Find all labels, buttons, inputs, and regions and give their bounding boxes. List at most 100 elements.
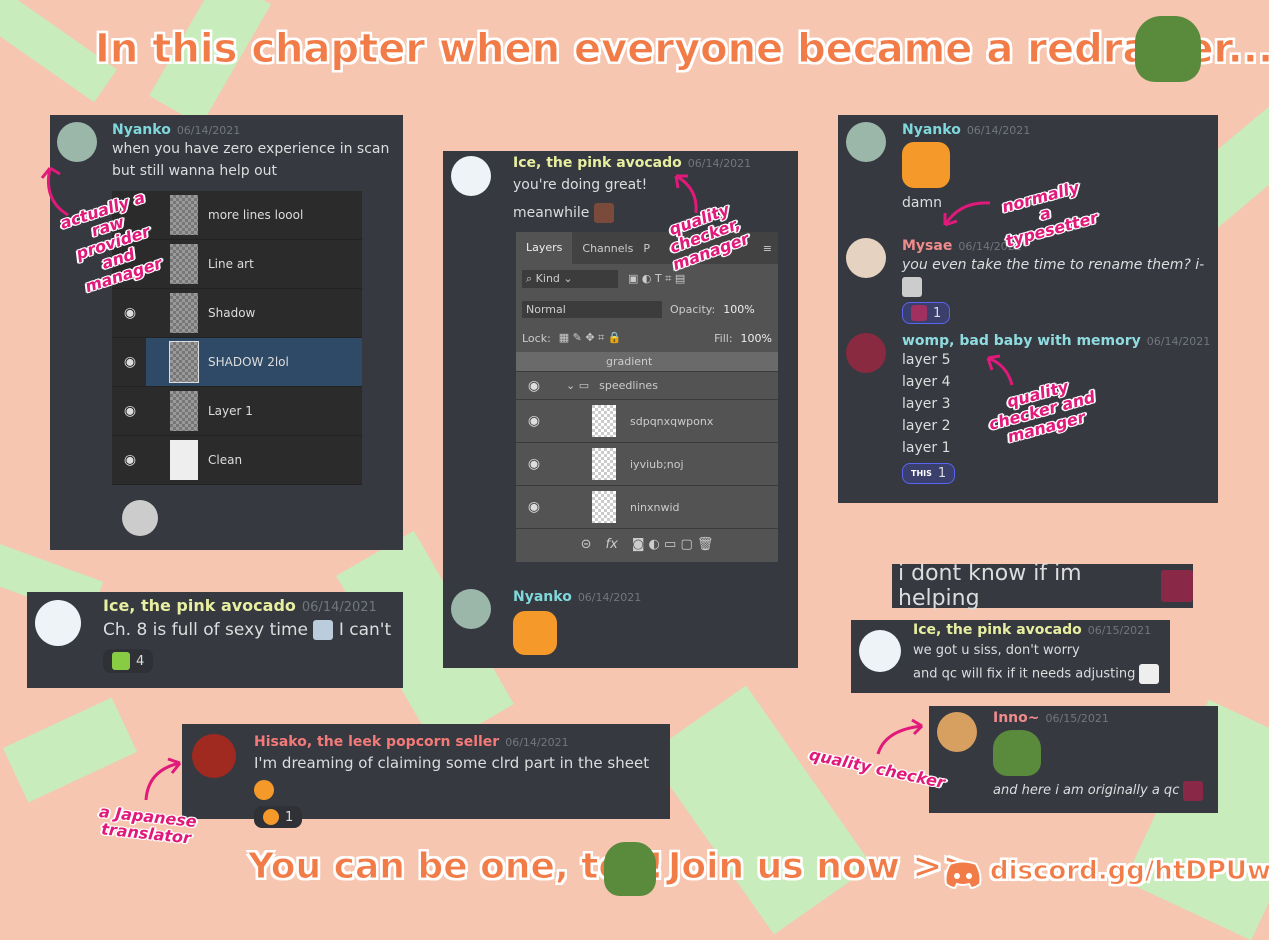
- message-text: I can't: [338, 620, 392, 640]
- arrow-icon: [876, 718, 924, 755]
- message-line: layer 5: [902, 352, 951, 368]
- arrow-icon: [943, 201, 991, 227]
- face-emoji-icon: [911, 305, 927, 321]
- message-line: layer 1: [902, 440, 951, 456]
- arrow-icon: [40, 166, 69, 217]
- author-name[interactable]: Nyanko: [902, 122, 961, 138]
- eye-icon[interactable]: ◉: [516, 456, 552, 472]
- layer-group-row[interactable]: ◉ ⌄ ▭ speedlines: [516, 372, 778, 400]
- author-name[interactable]: Inno~: [993, 710, 1040, 726]
- message-line: meanwhile: [513, 205, 590, 221]
- footer-cta: You can be one, too!: [247, 846, 665, 888]
- message-text: and here i am originally a qc: [993, 783, 1180, 798]
- arrow-icon: [144, 757, 182, 801]
- layer-row[interactable]: gradient: [516, 352, 778, 372]
- group-name: speedlines: [599, 379, 658, 392]
- bun-emoji-icon: [254, 779, 274, 800]
- chat-panel-right: Nyanko 06/14/2021 damn Mysae 06/14/2021 yo…: [838, 115, 1218, 503]
- folder-icon: ⌄ ▭: [566, 379, 590, 392]
- kind-filter-select[interactable]: ⌕ Kind ⌄: [522, 270, 618, 288]
- layer-name: Layer 1: [208, 404, 253, 418]
- message-text: I'm dreaming of claiming some clrd part …: [254, 754, 650, 772]
- timestamp: 06/14/2021: [577, 591, 642, 604]
- layer-row[interactable]: ◉ sdpqnxqwponx: [516, 400, 778, 443]
- face-emoji-icon: [593, 203, 614, 223]
- reaction-button[interactable]: 1: [902, 302, 951, 324]
- bun-emoji-icon: [263, 809, 279, 825]
- blend-mode-select[interactable]: Normal: [522, 300, 662, 318]
- eye-icon[interactable]: ◉: [112, 354, 148, 370]
- author-name[interactable]: Nyanko: [513, 589, 572, 605]
- timestamp: 06/15/2021: [1087, 624, 1152, 637]
- avatar: [451, 589, 491, 629]
- author-name[interactable]: Nyanko: [112, 122, 171, 138]
- girl-emoji-icon: [1139, 664, 1160, 684]
- layer-name: gradient: [606, 355, 653, 368]
- message-line: and qc will fix if it needs adjusting: [913, 666, 1136, 682]
- timestamp: 06/15/2021: [1045, 712, 1109, 725]
- eye-icon[interactable]: ◉: [112, 305, 148, 321]
- author-name[interactable]: Mysae: [902, 238, 952, 254]
- fill-label: Fill:: [714, 331, 733, 345]
- layer-thumbnail: [170, 391, 198, 431]
- layer-name: Clean: [208, 453, 243, 467]
- tab-layers[interactable]: Layers: [516, 232, 573, 264]
- lock-label: Lock:: [522, 331, 551, 345]
- author-name[interactable]: Ice, the pink avocado: [513, 155, 682, 171]
- layer-row[interactable]: ◉ Layer 1: [112, 387, 362, 436]
- eye-icon[interactable]: ◉: [516, 378, 552, 394]
- avatar: [57, 122, 97, 162]
- chat-panel-hisako: Hisako, the leek popcorn seller 06/14/202…: [182, 724, 670, 828]
- face-emoji-icon: [1183, 780, 1204, 801]
- layer-row[interactable]: ◉ iyviub;noj: [516, 443, 778, 486]
- avatar: [846, 238, 886, 278]
- fill-input[interactable]: 100%: [741, 332, 772, 345]
- message-line: you're doing great!: [513, 177, 648, 193]
- reaction-button[interactable]: 4: [103, 649, 154, 673]
- arrow-icon: [986, 354, 1014, 386]
- layer-row[interactable]: ◉ Shadow: [112, 289, 362, 338]
- avatar: [859, 630, 901, 672]
- frog-emoji-icon: [604, 842, 656, 896]
- avatar: [937, 712, 977, 752]
- chat-panel-ice-2: Ice, the pink avocado 06/15/2021 we got u…: [851, 620, 1170, 693]
- message-text: Ch. 8 is full of sexy time: [103, 620, 309, 640]
- sticker-emoji-icon: [112, 652, 130, 670]
- crying-bun-emoji-icon: [513, 611, 557, 655]
- opacity-input[interactable]: 100%: [723, 303, 754, 316]
- layer-name: more lines loool: [208, 208, 304, 222]
- layer-thumbnail: [169, 341, 199, 383]
- layer-row[interactable]: ◉ Clean: [112, 436, 362, 485]
- layer-name: iyviub;noj: [630, 457, 684, 471]
- message-text: i dont know if im helping: [898, 561, 1082, 611]
- eye-icon[interactable]: ◉: [516, 499, 552, 515]
- timestamp: 06/14/2021: [1146, 335, 1211, 348]
- author-name[interactable]: Ice, the pink avocado: [913, 622, 1082, 638]
- arrow-icon: [674, 174, 698, 214]
- layer-name: sdpqnxqwponx: [630, 414, 714, 428]
- author-name[interactable]: womp, bad baby with memory: [902, 333, 1141, 349]
- tab-channels[interactable]: Channels: [572, 242, 643, 255]
- layer-row[interactable]: ◉ ninxnwid: [516, 486, 778, 529]
- layer-actions-bar[interactable]: ⊝ fx ◙ ◐ ▭ ▢ 🗑: [516, 529, 778, 559]
- opacity-label: Opacity:: [670, 302, 716, 316]
- message-text: you even take the time to rename them? i…: [902, 257, 1205, 273]
- layer-thumbnail: [592, 448, 616, 480]
- eye-icon[interactable]: ◉: [516, 413, 552, 429]
- reaction-button[interactable]: THIS 1: [902, 463, 956, 484]
- panel-menu-icon[interactable]: ≡: [763, 242, 778, 255]
- author-name[interactable]: Ice, the pink avocado: [103, 596, 296, 615]
- reaction-button[interactable]: 1: [254, 806, 303, 828]
- layer-name: Line art: [208, 257, 254, 271]
- eye-icon[interactable]: ◉: [112, 403, 148, 419]
- face-emoji-icon: [1160, 570, 1193, 602]
- discord-invite-link[interactable]: discord.gg/htDPUwf: [989, 856, 1269, 887]
- author-name[interactable]: Hisako, the leek popcorn seller: [254, 734, 499, 750]
- layer-thumbnail: [592, 405, 616, 437]
- avatar: [451, 156, 491, 196]
- lock-icons[interactable]: ▦ ✎ ✥ ⌗ 🔒: [559, 331, 622, 345]
- this-emoji-icon: THIS: [911, 469, 932, 478]
- eye-icon[interactable]: ◉: [112, 452, 148, 468]
- layer-row-selected[interactable]: ◉ SHADOW 2lol: [112, 338, 362, 387]
- layer-thumbnail: [170, 195, 198, 235]
